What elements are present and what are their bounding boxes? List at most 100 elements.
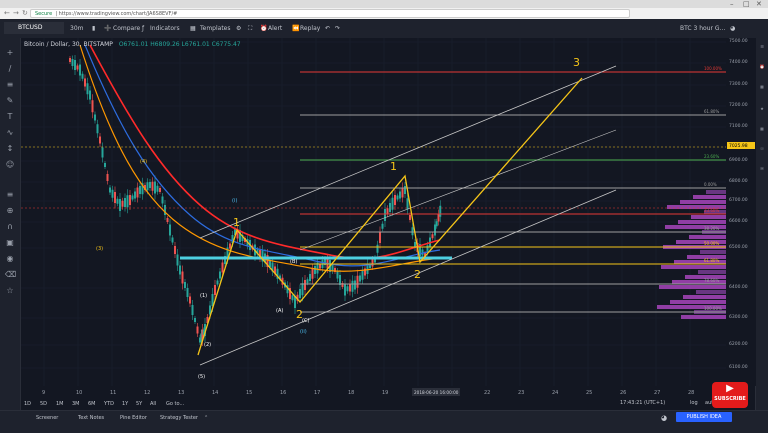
price-label: 6700.00 bbox=[729, 197, 748, 203]
goto-date[interactable]: Go to... bbox=[166, 401, 184, 407]
candle-body bbox=[219, 271, 221, 279]
candle-body bbox=[346, 286, 349, 292]
legend-open: O6761.01 bbox=[118, 41, 149, 48]
candle-body bbox=[306, 279, 309, 284]
candle-body bbox=[401, 187, 404, 198]
candle-body bbox=[129, 195, 131, 205]
candle-body bbox=[154, 181, 156, 194]
candle-body bbox=[214, 285, 216, 295]
candle-body bbox=[96, 124, 99, 134]
candle-body bbox=[136, 187, 139, 198]
period-all[interactable]: All bbox=[150, 401, 156, 407]
snapshot-icon[interactable]: ◕ bbox=[661, 414, 667, 422]
candle-body bbox=[404, 186, 406, 194]
wave-i: (i) bbox=[232, 198, 237, 204]
candle-body bbox=[166, 218, 169, 222]
candle-body bbox=[161, 196, 164, 204]
tab-strategy-tester[interactable]: Strategy Tester bbox=[160, 415, 198, 421]
candle-body bbox=[314, 266, 316, 274]
period-5d[interactable]: 5D bbox=[40, 401, 47, 407]
candle-body bbox=[191, 305, 194, 315]
subwave-5: (5) bbox=[198, 374, 205, 380]
candle-body bbox=[339, 275, 341, 285]
candle-body bbox=[299, 289, 301, 298]
price-label: 7500.00 bbox=[729, 38, 748, 44]
tab-pine-editor[interactable]: Pine Editor bbox=[120, 415, 147, 421]
candle-body bbox=[91, 100, 94, 113]
candle-body bbox=[309, 274, 311, 281]
time-label: 23 bbox=[518, 390, 524, 396]
youtube-subscribe-badge[interactable]: ▶ SUBSCRIBE bbox=[712, 382, 748, 408]
fib-label: 100.00% bbox=[704, 306, 722, 311]
period-ytd[interactable]: YTD bbox=[104, 401, 114, 407]
volume-bar bbox=[659, 285, 726, 289]
candle-body bbox=[221, 262, 224, 273]
price-label: 7200.00 bbox=[729, 102, 748, 108]
period-3m[interactable]: 3M bbox=[72, 401, 80, 407]
candle-body bbox=[301, 283, 304, 296]
period-1d[interactable]: 1D bbox=[24, 401, 31, 407]
candle-body bbox=[349, 283, 351, 292]
volume-bar bbox=[691, 215, 726, 219]
time-label: 11 bbox=[110, 390, 116, 396]
candle-body bbox=[291, 295, 294, 301]
period-6m[interactable]: 6M bbox=[88, 401, 96, 407]
wave-c: (C) bbox=[302, 318, 309, 324]
candle-body bbox=[69, 58, 71, 62]
period-1y[interactable]: 1Y bbox=[122, 401, 128, 407]
wave-b: (B) bbox=[290, 259, 297, 265]
candle-body bbox=[399, 191, 401, 199]
candle-body bbox=[376, 244, 379, 253]
legend-high: H6809.26 bbox=[150, 41, 180, 48]
period-1m[interactable]: 1M bbox=[56, 401, 64, 407]
candle-body bbox=[106, 174, 109, 181]
candle-body bbox=[181, 271, 184, 284]
collapse-icon[interactable]: ⌃ bbox=[204, 415, 208, 421]
candle-body bbox=[409, 215, 411, 220]
wave-label-3: 3 bbox=[573, 56, 580, 69]
log-toggle[interactable]: log bbox=[690, 400, 698, 406]
candle-body bbox=[381, 223, 384, 229]
volume-bar bbox=[670, 300, 726, 304]
volume-bar bbox=[700, 250, 726, 254]
candle-body bbox=[74, 60, 76, 70]
price-label: 7300.00 bbox=[729, 81, 748, 87]
candle-body bbox=[216, 280, 219, 285]
time-label: 17 bbox=[314, 390, 320, 396]
time-label: 19 bbox=[382, 390, 388, 396]
time-label: 22 bbox=[484, 390, 490, 396]
time-label: 16 bbox=[280, 390, 286, 396]
candle-body bbox=[131, 195, 134, 200]
candle-body bbox=[384, 209, 386, 221]
period-5y[interactable]: 5Y bbox=[136, 401, 142, 407]
candle-body bbox=[406, 198, 409, 210]
time-label: 10 bbox=[76, 390, 82, 396]
candle-body bbox=[124, 198, 126, 207]
candle-body bbox=[174, 246, 176, 254]
price-label: 6900.00 bbox=[729, 157, 748, 163]
candle-body bbox=[439, 205, 442, 217]
subwave-3: (3) bbox=[96, 246, 103, 252]
candle-body bbox=[194, 318, 196, 322]
clock-time: 17:43:21 (UTC+1) bbox=[620, 400, 666, 406]
fib-label: 61.80% bbox=[704, 258, 719, 263]
wave-label-c: 2 bbox=[414, 268, 421, 281]
fib-label: 38.20% bbox=[704, 226, 719, 231]
candle-body bbox=[361, 270, 364, 280]
candle-body bbox=[121, 200, 124, 207]
tab-text-notes[interactable]: Text Notes bbox=[78, 415, 104, 421]
price-chart[interactable]: 7500.00 7400.00 7300.00 7200.00 7100.00 7025.… bbox=[0, 0, 768, 432]
tab-screener[interactable]: Screener bbox=[36, 415, 58, 421]
candle-body bbox=[81, 73, 84, 79]
cursor-time: 2018-06-20 16:00:00 bbox=[414, 390, 459, 395]
candle-body bbox=[389, 203, 391, 212]
candle-body bbox=[354, 280, 356, 290]
candle-body bbox=[99, 136, 101, 144]
candle-body bbox=[89, 90, 91, 100]
publish-idea-button[interactable]: PUBLISH IDEA bbox=[676, 412, 732, 422]
fib-label: 61.80% bbox=[704, 109, 719, 114]
time-label: 15 bbox=[246, 390, 252, 396]
candle-body bbox=[229, 243, 231, 249]
price-label: 7100.00 bbox=[729, 123, 748, 129]
fib-label: 50.00% bbox=[704, 241, 719, 246]
